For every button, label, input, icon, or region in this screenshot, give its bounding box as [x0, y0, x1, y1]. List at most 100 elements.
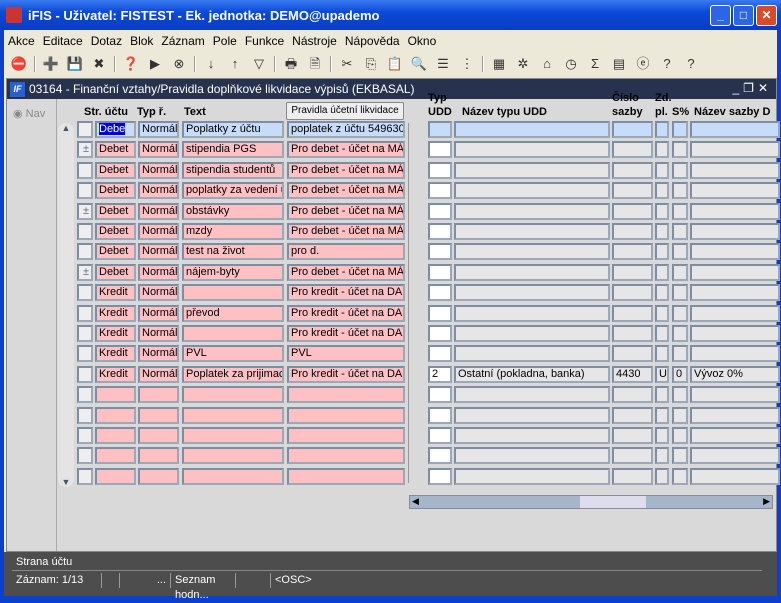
row-10-mark[interactable] — [77, 304, 93, 322]
row-1-s[interactable] — [672, 121, 688, 138]
row-10-typ[interactable]: Normáln — [138, 304, 179, 322]
row-3-cislo[interactable] — [612, 161, 653, 179]
row-7-typ[interactable]: Normáln — [138, 243, 179, 261]
row-9-udd[interactable] — [428, 284, 452, 302]
row-18-nazev[interactable] — [454, 467, 610, 485]
help-icon[interactable]: ? — [658, 55, 676, 73]
row-8-mark[interactable]: ± — [77, 263, 93, 281]
row-8-str[interactable]: Debet — [95, 263, 136, 281]
lov-button[interactable]: ··· — [119, 136, 134, 138]
row-2-nazev[interactable] — [454, 141, 610, 159]
row-17-sazba[interactable] — [690, 447, 780, 465]
row-17-pravidla[interactable] — [287, 447, 405, 465]
menu-9[interactable]: Okno — [404, 34, 441, 48]
row-12-pravidla[interactable]: PVL — [287, 345, 405, 363]
scroll-left-icon[interactable]: ◀ — [412, 496, 419, 507]
row-18-udd[interactable] — [428, 467, 452, 485]
navigate-icon[interactable]: ⌂ — [538, 55, 556, 73]
row-15-typ[interactable] — [138, 406, 179, 424]
row-10-udd[interactable] — [428, 304, 452, 322]
row-8-cislo[interactable] — [612, 263, 653, 281]
row-11-zd[interactable] — [655, 325, 669, 342]
row-7-nazev[interactable] — [454, 243, 610, 261]
row-6-cislo[interactable] — [612, 223, 653, 240]
row-4-s[interactable] — [672, 182, 688, 200]
row-4-text[interactable]: poplatky za vedení úč — [182, 182, 284, 200]
row-1-pravidla[interactable]: poplatek z účtu 54963080 — [287, 121, 405, 138]
row-16-s[interactable] — [672, 427, 688, 444]
row-4-nazev[interactable] — [454, 182, 610, 200]
row-2-str[interactable]: Debet — [95, 141, 136, 159]
row-8-zd[interactable] — [655, 263, 669, 281]
row-1-str[interactable]: Debe··· — [95, 121, 136, 138]
row-5-pravidla[interactable]: Pro debet - účet na MÁ D — [287, 202, 405, 220]
row-2-typ[interactable]: Normáln — [138, 141, 179, 159]
row-16-mark[interactable] — [77, 427, 93, 444]
row-18-cislo[interactable] — [612, 467, 653, 485]
columns-icon[interactable]: ⋮ — [458, 55, 476, 73]
nav-label[interactable]: Nav — [26, 108, 46, 120]
menu-1[interactable]: Editace — [39, 34, 87, 48]
row-11-nazev[interactable] — [454, 325, 610, 342]
row-14-zd[interactable] — [655, 386, 669, 404]
row-4-str[interactable]: Debet — [95, 182, 136, 200]
row-16-text[interactable] — [182, 427, 284, 444]
row-5-s[interactable] — [672, 202, 688, 220]
cancel-query-icon[interactable]: ⊗ — [170, 55, 188, 73]
list-icon[interactable]: ☰ — [434, 55, 452, 73]
menu-0[interactable]: Akce — [4, 34, 39, 48]
row-9-str[interactable]: Kredit — [95, 284, 136, 302]
row-7-zd[interactable] — [655, 243, 669, 261]
row-3-pravidla[interactable]: Pro debet - účet na MÁ D — [287, 161, 405, 179]
print-icon[interactable]: 🖶 — [282, 55, 300, 73]
row-7-pravidla[interactable]: pro d. — [287, 243, 405, 261]
row-14-text[interactable] — [182, 386, 284, 404]
row-8-pravidla[interactable]: Pro debet - účet na MÁ D — [287, 263, 405, 281]
row-17-str[interactable] — [95, 447, 136, 465]
row-18-zd[interactable] — [655, 467, 669, 485]
row-12-str[interactable]: Kredit — [95, 345, 136, 363]
row-8-nazev[interactable] — [454, 263, 610, 281]
paste-icon[interactable]: 📋 — [386, 55, 404, 73]
row-14-str[interactable] — [95, 386, 136, 404]
row-15-cislo[interactable] — [612, 406, 653, 424]
row-10-sazba[interactable] — [690, 304, 780, 322]
restore-form-icon[interactable]: ❐ — [743, 81, 758, 95]
row-8-text[interactable]: nájem-byty — [182, 263, 284, 281]
context-help-icon[interactable]: ? — [682, 55, 700, 73]
row-3-typ[interactable]: Normáln — [138, 161, 179, 179]
row-3-zd[interactable] — [655, 161, 669, 179]
row-14-nazev[interactable] — [454, 386, 610, 404]
row-12-nazev[interactable] — [454, 345, 610, 363]
row-16-udd[interactable] — [428, 427, 452, 444]
row-1-mark[interactable] — [77, 121, 93, 138]
row-13-cislo[interactable]: 4430 — [612, 365, 653, 383]
row-17-text[interactable] — [182, 447, 284, 465]
row-17-udd[interactable] — [428, 447, 452, 465]
row-7-sazba[interactable] — [690, 243, 780, 261]
row-11-mark[interactable] — [77, 325, 93, 342]
row-8-typ[interactable]: Normáln — [138, 263, 179, 281]
row-16-zd[interactable] — [655, 427, 669, 444]
row-14-s[interactable] — [672, 386, 688, 404]
row-4-typ[interactable]: Normáln — [138, 182, 179, 200]
row-9-typ[interactable]: Normáln — [138, 284, 179, 302]
row-15-mark[interactable] — [77, 406, 93, 424]
row-17-cislo[interactable] — [612, 447, 653, 465]
row-12-zd[interactable] — [655, 345, 669, 363]
sum-icon[interactable]: Σ — [586, 55, 604, 73]
pravidla-ucetni-likvidace-button[interactable]: Pravidla účetní likvidace — [286, 102, 404, 120]
row-16-sazba[interactable] — [690, 427, 780, 444]
row-12-s[interactable] — [672, 345, 688, 363]
row-8-sazba[interactable] — [690, 263, 780, 281]
row-1-zd[interactable] — [655, 121, 669, 138]
row-2-sazba[interactable] — [690, 141, 780, 159]
form-icon[interactable]: ▦ — [490, 55, 508, 73]
row-14-pravidla[interactable] — [287, 386, 405, 404]
row-5-mark[interactable]: ± — [77, 202, 93, 220]
row-14-typ[interactable] — [138, 386, 179, 404]
sort-asc-icon[interactable]: ↓ — [202, 55, 220, 73]
minimize-button[interactable]: _ — [710, 5, 731, 26]
row-4-zd[interactable] — [655, 182, 669, 200]
row-9-zd[interactable] — [655, 284, 669, 302]
